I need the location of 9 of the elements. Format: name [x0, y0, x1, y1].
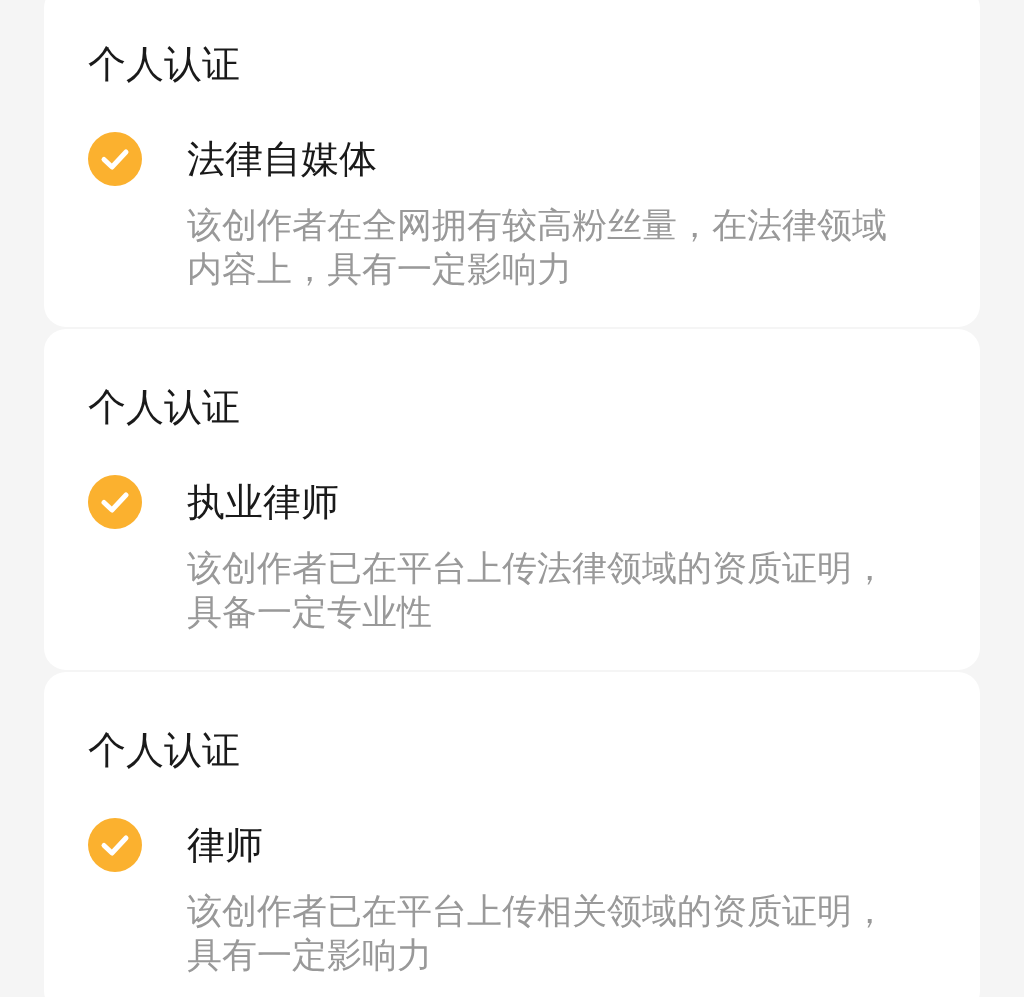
badge-title: 法律自媒体 [187, 137, 378, 182]
badge-description: 该创作者在全网拥有较高粉丝量，在法律领域内容上，具有一定影响力 [187, 204, 888, 290]
badge-title: 律师 [187, 823, 264, 868]
section-title: 个人认证 [88, 385, 241, 429]
badge-title: 执业律师 [187, 480, 340, 525]
section-title: 个人认证 [88, 728, 241, 772]
badge-description: 该创作者已在平台上传相关领域的资质证明，具有一定影响力 [187, 890, 888, 976]
section-title: 个人认证 [88, 42, 241, 86]
badge-description: 该创作者已在平台上传法律领域的资质证明，具备一定专业性 [187, 547, 888, 633]
